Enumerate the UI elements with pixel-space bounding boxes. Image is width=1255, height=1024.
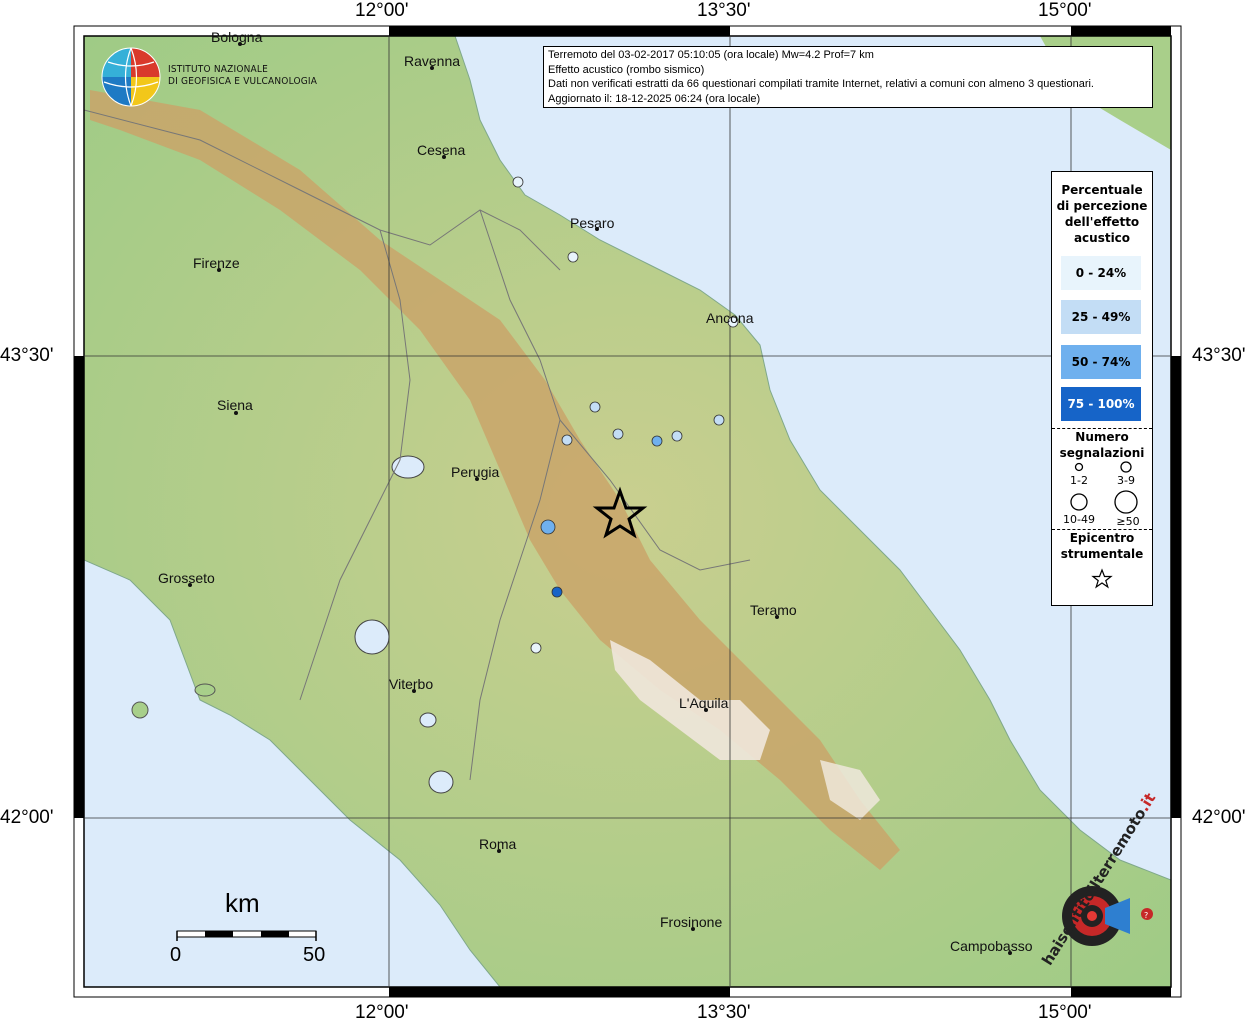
legend-count-title-line: Numero <box>1075 430 1129 444</box>
city-label: Firenze <box>193 255 240 271</box>
ingv-logo-icon <box>101 47 161 107</box>
lake-bracciano <box>428 770 454 794</box>
lon-label-top: 13°30' <box>697 0 751 21</box>
city-label: Roma <box>479 836 517 852</box>
legend-size-label: 10-49 <box>1063 513 1095 526</box>
legend-epicenter-title-line: Epicentro <box>1069 531 1135 545</box>
legend-panel: Percentuale di percezione dell'effetto a… <box>1051 171 1153 606</box>
event-effect: Effetto acustico (rombo sismico) <box>548 63 705 76</box>
legend-title-line: acustico <box>1073 231 1131 245</box>
city-label: Ravenna <box>404 53 461 69</box>
scale-title: km <box>225 888 260 918</box>
legend-epicenter-title-line: strumentale <box>1060 547 1144 561</box>
scale-min: 0 <box>170 944 182 966</box>
legend-size-label: ≥50 <box>1116 515 1140 528</box>
event-title: Terremoto del 03-02-2017 05:10:05 (ora l… <box>548 49 874 61</box>
institute-name: ISTITUTO NAZIONALE DI GEOFISICA E VULCAN… <box>168 64 317 88</box>
city-label: Viterbo <box>389 676 434 692</box>
city-label: Frosinone <box>660 914 723 930</box>
lon-label-top: 12°00' <box>355 0 409 21</box>
observation-point[interactable] <box>651 435 663 447</box>
lon-label-bottom: 12°00' <box>355 1002 409 1023</box>
legend-title-line: Percentuale <box>1061 183 1143 197</box>
institute-line-1: ISTITUTO NAZIONALE <box>168 64 268 75</box>
event-updated: Aggiornato il: 18-12-2025 06:24 (ora loc… <box>548 92 761 105</box>
lon-label-bottom: 15°00' <box>1038 1002 1092 1023</box>
island <box>194 683 216 697</box>
observation-point[interactable] <box>612 428 624 440</box>
city-label: Teramo <box>750 602 797 618</box>
observation-point[interactable] <box>567 251 579 263</box>
legend-size-label: 3-9 <box>1117 474 1135 487</box>
lake-vico <box>419 712 437 728</box>
observation-point[interactable] <box>512 176 524 188</box>
institute-line-2: DI GEOFISICA E VULCANOLOGIA <box>168 76 318 87</box>
scale-max: 50 <box>303 944 326 966</box>
lat-label-left: 43°30' <box>0 345 54 366</box>
lat-label-right: 43°30' <box>1192 345 1246 366</box>
legend-class-3: 75 - 100% <box>1061 387 1141 421</box>
lat-label-left: 42°00' <box>0 807 54 828</box>
legend-epicenter-title: Epicentro strumentale <box>1052 530 1152 562</box>
city-label: Perugia <box>451 464 500 480</box>
legend-class-1: 25 - 49% <box>1061 300 1141 334</box>
observation-point[interactable] <box>561 434 573 446</box>
lat-label-right: 42°00' <box>1192 807 1246 828</box>
legend-title-line: di percezione <box>1056 199 1148 213</box>
city-label: Bologna <box>211 29 263 45</box>
city-label: Ancona <box>706 310 754 326</box>
lake-bolsena <box>354 619 390 655</box>
city-label: Siena <box>217 397 253 413</box>
observation-point[interactable] <box>713 414 725 426</box>
observation-point[interactable] <box>671 430 683 442</box>
city-label: Campobasso <box>950 938 1033 954</box>
legend-size-label: 1-2 <box>1070 474 1088 487</box>
legend-title: Percentuale di percezione dell'effetto a… <box>1052 182 1152 246</box>
svg-text:?: ? <box>1144 911 1148 920</box>
city-label: L'Aquila <box>679 695 729 711</box>
island <box>131 701 149 719</box>
legend-class-2: 50 - 74% <box>1061 345 1141 379</box>
legend-title-line: dell'effetto <box>1064 215 1140 229</box>
city-label: Grosseto <box>158 570 215 586</box>
event-info-box: Terremoto del 03-02-2017 05:10:05 (ora l… <box>543 46 1153 108</box>
legend-star-icon <box>1091 568 1113 589</box>
legend-class-0: 0 - 24% <box>1061 256 1141 290</box>
observation-point[interactable] <box>551 586 563 598</box>
observation-point[interactable] <box>530 642 542 654</box>
city-label: Cesena <box>417 142 466 158</box>
lon-label-top: 15°00' <box>1038 0 1092 21</box>
observation-point[interactable] <box>589 401 601 413</box>
lon-label-bottom: 13°30' <box>697 1002 751 1023</box>
observation-point[interactable] <box>540 519 556 535</box>
event-data-note: Dati non verificati estratti da 66 quest… <box>548 78 1094 90</box>
city-label: Pesaro <box>570 215 615 231</box>
